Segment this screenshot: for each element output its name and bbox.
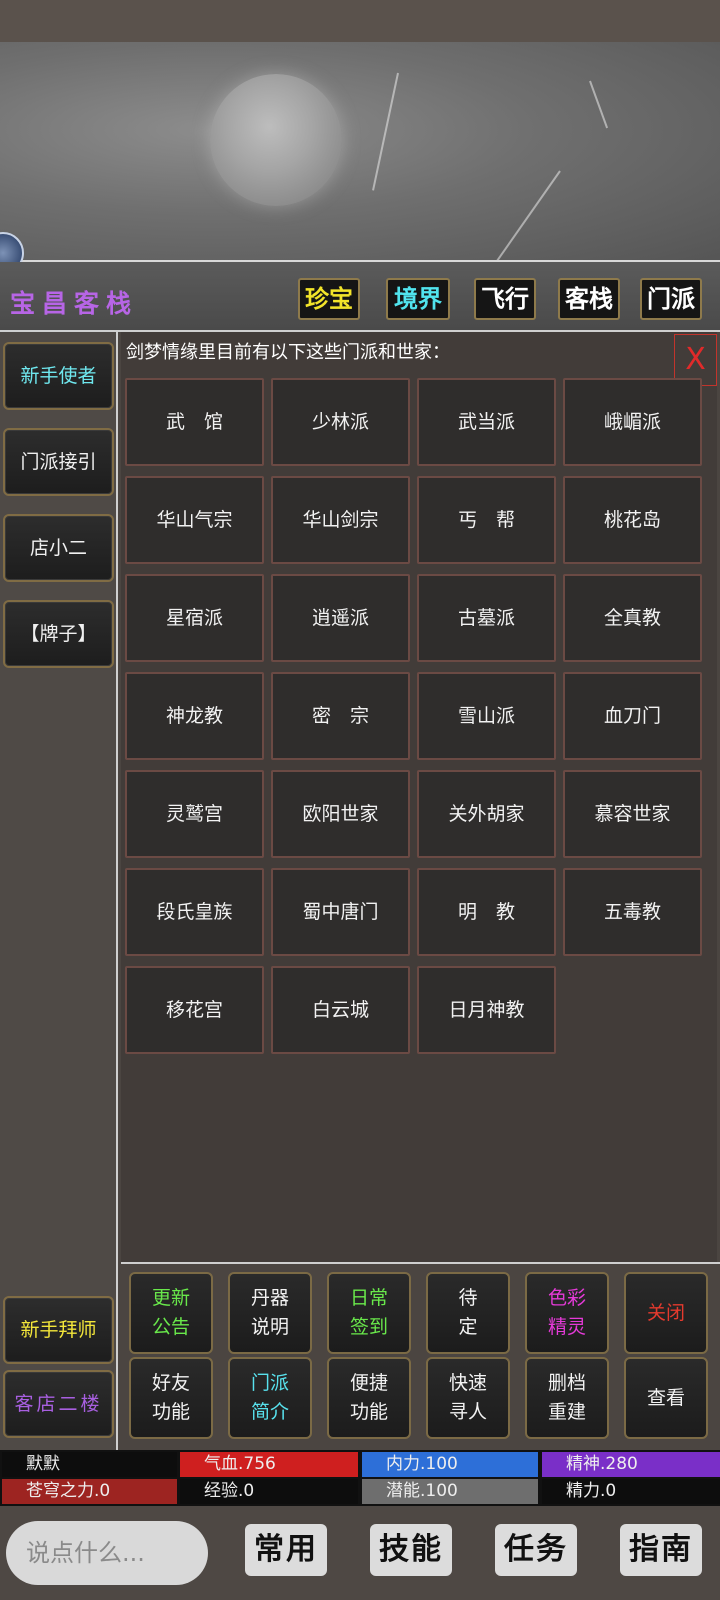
sect-button[interactable]: 桃花岛 [563,476,702,564]
view-button[interactable]: 查看 [624,1357,708,1439]
sect-button[interactable]: 密 宗 [271,672,410,760]
sect-button[interactable]: 关外胡家 [417,770,556,858]
chat-input[interactable]: 说点什么... [6,1521,208,1585]
reset-save-button[interactable]: 删档 重建 [525,1357,609,1439]
nav-common[interactable]: 常用 [245,1524,327,1576]
tab-realm[interactable]: 境界 [386,278,450,320]
bottom-navigation: 说点什么... 常用 技能 任务 指南 [0,1506,720,1600]
sect-button[interactable]: 明 教 [417,868,556,956]
stat-exp: 经验.0 [180,1479,358,1504]
color-sprite-button[interactable]: 色彩 精灵 [525,1272,609,1354]
npc-sidebar: 新手使者 门派接引 店小二 【牌子】 新手拜师 客店二楼 [0,332,118,1450]
update-notice-button[interactable]: 更新 公告 [129,1272,213,1354]
close-menu-button[interactable]: 关闭 [624,1272,708,1354]
sect-button[interactable]: 华山气宗 [125,476,264,564]
nav-tasks[interactable]: 任务 [495,1524,577,1576]
location-bar: 宝昌客栈 珍宝 境界 飞行 客栈 门派 [0,262,720,332]
sect-button[interactable]: 武 馆 [125,378,264,466]
streak-decoration [372,72,399,191]
tab-sect[interactable]: 门派 [640,278,702,320]
sect-button[interactable]: 古墓派 [417,574,556,662]
pending-button[interactable]: 待 定 [426,1272,510,1354]
sect-button[interactable]: 丐 帮 [417,476,556,564]
scene-banner [0,42,720,262]
location-title: 宝昌客栈 [10,289,139,318]
quick-find-button[interactable]: 快速 寻人 [426,1357,510,1439]
sect-button[interactable]: 段氏皇族 [125,868,264,956]
shortcut-button[interactable]: 便捷 功能 [327,1357,411,1439]
floating-avatar-icon[interactable] [0,232,24,262]
inn-second-floor-button[interactable]: 客店二楼 [3,1370,114,1438]
tab-treasure[interactable]: 珍宝 [298,278,360,320]
sect-button[interactable]: 逍遥派 [271,574,410,662]
stat-jingli: 精力.0 [542,1479,720,1504]
sect-button[interactable]: 星宿派 [125,574,264,662]
npc-waiter[interactable]: 店小二 [3,514,114,582]
streak-decoration [589,80,609,129]
status-strip [0,0,720,42]
sect-button[interactable]: 少林派 [271,378,410,466]
panel-heading: 剑梦情缘里目前有以下这些门派和世家： [126,342,450,363]
stat-hp: 气血.756 [180,1452,358,1477]
npc-newbie-envoy[interactable]: 新手使者 [3,342,114,410]
tab-inn[interactable]: 客栈 [558,278,620,320]
sect-button[interactable]: 武当派 [417,378,556,466]
npc-sign[interactable]: 【牌子】 [3,600,114,668]
sect-list-panel: 剑梦情缘里目前有以下这些门派和世家： X 武 馆少林派 武当派 峨嵋派 华山气宗 华山剑… [121,332,717,1262]
sect-button[interactable]: 峨嵋派 [563,378,702,466]
friends-button[interactable]: 好友 功能 [129,1357,213,1439]
stat-potential: 潜能.100 [362,1479,538,1504]
sect-button[interactable]: 慕容世家 [563,770,702,858]
stat-jingshen: 精神.280 [542,1452,720,1477]
stat-neili: 内力.100 [362,1452,538,1477]
tab-fly[interactable]: 飞行 [474,278,536,320]
streak-decoration [490,170,561,262]
stat-name: 默默 [2,1452,177,1477]
sect-button[interactable]: 移花宫 [125,966,264,1054]
pill-info-button[interactable]: 丹器 说明 [228,1272,312,1354]
sect-intro-button[interactable]: 门派 简介 [228,1357,312,1439]
sect-button[interactable]: 雪山派 [417,672,556,760]
sect-button[interactable]: 五毒教 [563,868,702,956]
sect-button[interactable]: 全真教 [563,574,702,662]
sect-button[interactable]: 血刀门 [563,672,702,760]
sect-button[interactable]: 欧阳世家 [271,770,410,858]
sect-button[interactable]: 灵鹫宫 [125,770,264,858]
npc-sect-guide[interactable]: 门派接引 [3,428,114,496]
sect-button[interactable]: 蜀中唐门 [271,868,410,956]
nav-skills[interactable]: 技能 [370,1524,452,1576]
daily-signin-button[interactable]: 日常 签到 [327,1272,411,1354]
sect-button[interactable]: 神龙教 [125,672,264,760]
sect-button[interactable]: 华山剑宗 [271,476,410,564]
npc-newbie-master[interactable]: 新手拜师 [3,1296,114,1364]
sect-button[interactable]: 白云城 [271,966,410,1054]
action-grid: 更新 公告 丹器 说明 日常 签到待 定色彩 精灵 关闭好友 功能 门派 简介 便捷 功能… [121,1262,720,1450]
sect-button[interactable]: 日月神教 [417,966,556,1054]
stats-bar: 默默 气血.756 内力.100 精神.280 苍穹之力.0 经验.0 潜能.1… [0,1450,720,1506]
stat-cangqiong: 苍穹之力.0 [2,1479,177,1504]
nav-guide[interactable]: 指南 [620,1524,702,1576]
moon-image [210,74,342,206]
